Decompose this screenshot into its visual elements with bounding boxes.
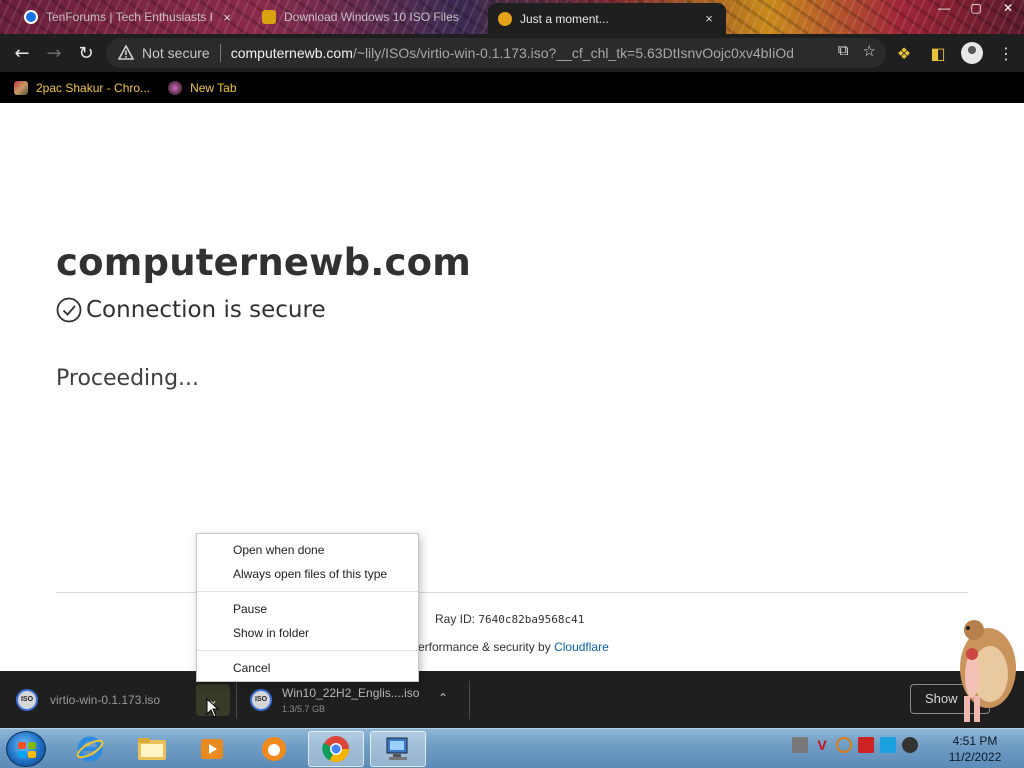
tab-title: TenForums | Tech Enthusiasts Po... — [46, 10, 212, 24]
tab-close-icon[interactable]: × — [702, 11, 716, 26]
bookmarks-bar: 2pac Shakur - Chro... New Tab — [0, 72, 1024, 103]
share-icon[interactable]: ⧉ — [838, 42, 849, 60]
uc-browser-icon — [262, 737, 286, 761]
start-button[interactable] — [6, 731, 46, 767]
clock-date: 11/2/2022 — [948, 750, 1002, 764]
cloudflare-link[interactable]: Cloudflare — [554, 640, 609, 654]
security-label[interactable]: Not secure — [142, 45, 210, 61]
back-arrow-icon[interactable]: ← — [6, 37, 38, 69]
bookmark-new-tab[interactable]: New Tab — [168, 80, 237, 95]
menu-item-always-open[interactable]: Always open files of this type — [197, 562, 418, 586]
omnibox-actions: ⧉ ☆ — [838, 42, 876, 60]
menu-divider — [197, 650, 418, 651]
taskbar-uc-browser[interactable] — [246, 731, 302, 767]
tab-strip: TenForums | Tech Enthusiasts Po... × Dow… — [0, 0, 1024, 34]
download-name: virtio-win-0.1.173.iso — [50, 692, 161, 707]
tab-title: Download Windows 10 ISO Files — [284, 10, 459, 24]
address-bar[interactable]: Not secure computernewb.com /~lily/ISOs/… — [106, 38, 886, 68]
close-icon[interactable]: ✕ — [992, 0, 1024, 18]
windows-logo-icon — [18, 742, 36, 758]
forward-arrow-icon[interactable]: → — [38, 37, 70, 69]
warning-triangle-icon[interactable] — [118, 45, 134, 61]
download-context-menu: Open when done Always open files of this… — [196, 533, 419, 682]
download-name: Win10_22H2_Englis....iso — [282, 685, 420, 700]
tray-app-icon[interactable] — [792, 737, 808, 753]
extensions-puzzle-icon[interactable]: ❖ — [890, 38, 918, 68]
tray-search-icon[interactable] — [836, 737, 852, 753]
check-circle-icon — [56, 297, 82, 323]
clock-time: 4:51 PM — [952, 734, 998, 748]
ray-label: Ray ID: — [435, 612, 476, 626]
divider — [236, 681, 237, 719]
maximize-icon[interactable]: ▢ — [960, 0, 992, 18]
menu-item-open-when-done[interactable]: Open when done — [197, 538, 418, 562]
divider — [219, 44, 221, 62]
profile-avatar-icon[interactable] — [958, 38, 986, 68]
taskbar-internet-explorer[interactable] — [62, 731, 118, 767]
window-controls: — ▢ ✕ — [928, 0, 1024, 18]
taskbar-file-explorer[interactable] — [124, 731, 180, 767]
page-title: computernewb.com — [56, 241, 472, 284]
menu-item-pause[interactable]: Pause — [197, 597, 418, 621]
tenforums-favicon-icon — [24, 10, 38, 24]
url-host: computernewb.com — [230, 45, 353, 61]
footer-divider — [56, 592, 968, 593]
menu-item-show-in-folder[interactable]: Show in folder — [197, 621, 418, 645]
url-path: /~lily/ISOs/virtio-win-0.1.173.iso?__cf_… — [352, 45, 793, 61]
bookmark-label: 2pac Shakur - Chro... — [36, 80, 151, 95]
folder-icon — [138, 738, 166, 760]
cloudflare-favicon-icon — [498, 11, 512, 26]
menu-kebab-icon[interactable]: ⋮ — [992, 38, 1020, 68]
menu-divider — [197, 591, 418, 592]
system-tray: V — [792, 737, 918, 753]
chevron-up-icon[interactable]: ⌃ — [438, 691, 448, 705]
bookmark-favicon-icon — [168, 80, 183, 95]
secure-text: Connection is secure — [86, 297, 326, 323]
chrome-icon — [322, 736, 350, 763]
toolbar-right: ❖ ◧ ⋮ — [890, 38, 1020, 68]
windows-taskbar: V 4:51 PM 11/2/2022 — [0, 728, 1024, 768]
download-progress: 1.3/5.7 GB — [282, 703, 326, 714]
ray-id: Ray ID: 7640c82ba9568c41 — [435, 612, 584, 626]
side-panel-icon[interactable]: ◧ — [924, 38, 952, 68]
internet-explorer-icon — [76, 736, 104, 762]
tray-v-icon[interactable]: V — [814, 737, 830, 753]
computer-monitor-icon — [386, 737, 408, 760]
iso-file-icon: ISO — [250, 688, 272, 711]
desktop-pet-mascot[interactable] — [944, 616, 1020, 728]
download-info: Win10_22H2_Englis....iso 1.3/5.7 GB — [282, 686, 419, 714]
bookmark-favicon-icon — [14, 80, 28, 95]
tray-flag-icon[interactable] — [858, 737, 874, 753]
bookmark-label: New Tab — [190, 80, 237, 95]
folder-favicon-icon — [262, 10, 276, 24]
tray-network-icon[interactable] — [880, 737, 896, 753]
tab-just-a-moment[interactable]: Just a moment... × — [488, 3, 726, 34]
tray-volume-icon[interactable] — [902, 737, 918, 753]
proceeding-text: Proceeding... — [56, 366, 200, 391]
media-player-icon — [201, 739, 223, 759]
tab-title: Just a moment... — [520, 11, 609, 26]
tab-close-icon[interactable]: × — [220, 10, 234, 25]
performance-credit: erformance & security by Cloudflare — [418, 640, 609, 654]
tab-tenforums[interactable]: TenForums | Tech Enthusiasts Po... × — [14, 2, 244, 32]
download-shelf: ISO virtio-win-0.1.173.iso ⌄ ISO Win10_2… — [0, 671, 1024, 728]
taskbar-clock[interactable]: 4:51 PM 11/2/2022 — [940, 733, 1010, 765]
ray-code: 7640c82ba9568c41 — [478, 613, 585, 626]
connection-status: Connection is secure — [56, 297, 326, 323]
bookmark-2pac[interactable]: 2pac Shakur - Chro... — [14, 80, 151, 95]
taskbar-chrome[interactable] — [308, 731, 364, 767]
iso-file-icon: ISO — [16, 688, 38, 711]
perf-text: erformance & security by — [418, 640, 551, 654]
star-icon[interactable]: ☆ — [863, 42, 876, 60]
taskbar-media-player[interactable] — [184, 731, 240, 767]
mouse-cursor-icon — [206, 698, 220, 718]
tab-download-windows[interactable]: Download Windows 10 ISO Files — [252, 2, 474, 32]
menu-item-cancel[interactable]: Cancel — [197, 656, 418, 680]
page-content: computernewb.com Connection is secure Pr… — [0, 103, 1024, 671]
browser-toolbar: ← → ↻ Not secure computernewb.com /~lily… — [0, 34, 1024, 72]
reload-icon[interactable]: ↻ — [70, 37, 102, 69]
minimize-icon[interactable]: — — [928, 0, 960, 18]
divider — [469, 681, 470, 719]
taskbar-remote-desktop[interactable] — [370, 731, 426, 767]
